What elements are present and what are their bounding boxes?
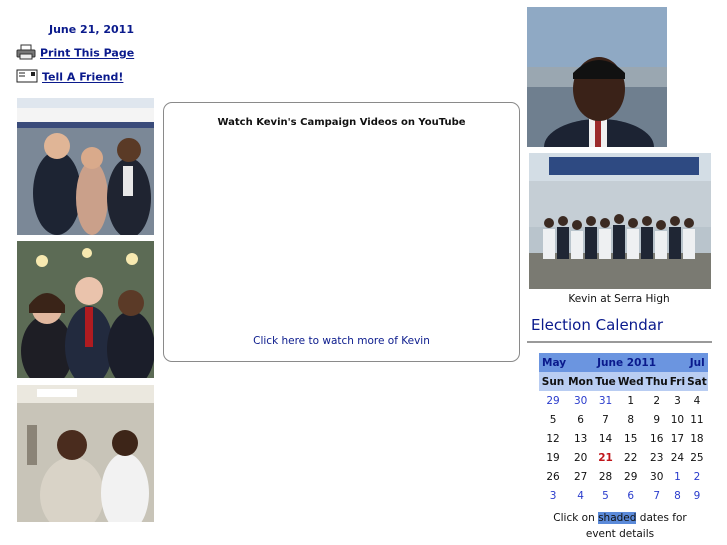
calendar-day[interactable]: 29 [539,391,567,410]
calendar-day[interactable]: 14 [594,429,617,448]
calendar-weeks: 29 30 31 1 2 3 4 5 6 7 8 9 10 11 12 13 14 15 16 17 18 19 20 21 2… [539,391,708,505]
photo-portrait [527,7,667,147]
video-title: Watch Kevin's Campaign Videos on YouTube [217,117,466,128]
calendar-week-row: 5 6 7 8 9 10 11 [539,410,708,429]
calendar-title: Election Calendar [531,316,664,334]
calendar-weekday-row: Sun Mon Tue Wed Thu Fri Sat [539,372,708,391]
calendar-day[interactable]: 8 [617,410,645,429]
calendar-day-today[interactable]: 21 [594,448,617,467]
calendar-day[interactable]: 11 [686,410,708,429]
calendar-day[interactable]: 18 [686,429,708,448]
calendar-day[interactable]: 26 [539,467,567,486]
calendar-day[interactable]: 25 [686,448,708,467]
watch-more-link[interactable]: Click here to watch more of Kevin [164,335,519,347]
weekday-sun: Sun [539,372,568,391]
calendar-week-row: 29 30 31 1 2 3 4 [539,391,708,410]
envelope-icon [16,69,38,86]
calendar-day[interactable]: 3 [669,391,686,410]
calendar-day[interactable]: 9 [645,410,669,429]
calendar-day[interactable]: 9 [686,486,708,505]
calendar-day[interactable]: 2 [645,391,669,410]
calendar-day[interactable]: 5 [539,410,567,429]
calendar-day[interactable]: 7 [645,486,669,505]
calendar-week-row: 12 13 14 15 16 17 18 [539,429,708,448]
calendar-day[interactable]: 1 [669,467,686,486]
calendar-day[interactable]: 8 [669,486,686,505]
calendar-day[interactable]: 6 [567,410,594,429]
calendar-day[interactable]: 15 [617,429,645,448]
calendar-week-row: 3456789 [539,486,708,505]
weekday-mon: Mon [567,372,595,391]
calendar-day[interactable]: 31 [594,391,617,410]
calendar-day[interactable]: 29 [617,467,645,486]
calendar-next-month[interactable]: Jul [686,353,708,372]
calendar-day[interactable]: 24 [669,448,686,467]
calendar-day[interactable]: 10 [669,410,686,429]
photo-airplane [17,98,154,235]
calendar-note: Click on shaded dates for event details [538,510,702,542]
calendar-day[interactable]: 20 [567,448,594,467]
calendar-day[interactable]: 1 [617,391,645,410]
print-label: Print This Page [40,46,135,60]
calendar-prev-month[interactable]: May [539,353,568,372]
video-panel: Watch Kevin's Campaign Videos on YouTube… [163,102,520,362]
calendar-day[interactable]: 19 [539,448,567,467]
calendar-day[interactable]: 16 [645,429,669,448]
calendar-day[interactable]: 17 [669,429,686,448]
weekday-sat: Sat [686,372,708,391]
calendar-day[interactable]: 28 [594,467,617,486]
calendar-divider [527,341,712,343]
calendar-current-month: June 2011 [567,353,687,372]
calendar-day[interactable]: 4 [686,391,708,410]
calendar-day[interactable]: 5 [594,486,617,505]
weekday-tue: Tue [594,372,617,391]
calendar-week-row: 26 27 28 29 30 1 2 [539,467,708,486]
photo-indoor [17,385,154,522]
calendar-day[interactable]: 3 [539,486,567,505]
calendar-day[interactable]: 13 [567,429,594,448]
weekday-thu: Thu [644,372,669,391]
tell-label: Tell A Friend! [42,70,124,84]
printer-icon [16,44,36,63]
calendar-day[interactable]: 23 [645,448,669,467]
calendar-day[interactable]: 30 [567,391,594,410]
calendar-grid: May June 2011 Jul Sun Mon Tue Wed Thu Fri Sat … [539,353,708,505]
calendar-day[interactable]: 12 [539,429,567,448]
print-this-page-link[interactable]: Print This Page [16,44,134,63]
calendar-day[interactable]: 27 [567,467,594,486]
calendar-day[interactable]: 22 [617,448,645,467]
weekday-wed: Wed [616,372,645,391]
page-date: June 21, 2011 [49,23,134,36]
weekday-fri: Fri [668,372,687,391]
calendar-day[interactable]: 6 [617,486,645,505]
calendar-header-row: May June 2011 Jul [539,353,708,372]
note-prefix: Click on [553,512,595,524]
note-shaded-word: shaded [598,512,637,524]
photo-event [17,241,154,378]
calendar-day[interactable]: 2 [686,467,708,486]
calendar-week-row: 19 20 21 22 23 24 25 [539,448,708,467]
calendar-day[interactable]: 4 [567,486,594,505]
photo-serra-high [529,153,711,289]
photo-caption: Kevin at Serra High [568,293,670,305]
calendar-day[interactable]: 7 [594,410,617,429]
tell-a-friend-link[interactable]: Tell A Friend! [16,69,123,86]
calendar-day[interactable]: 30 [645,467,669,486]
